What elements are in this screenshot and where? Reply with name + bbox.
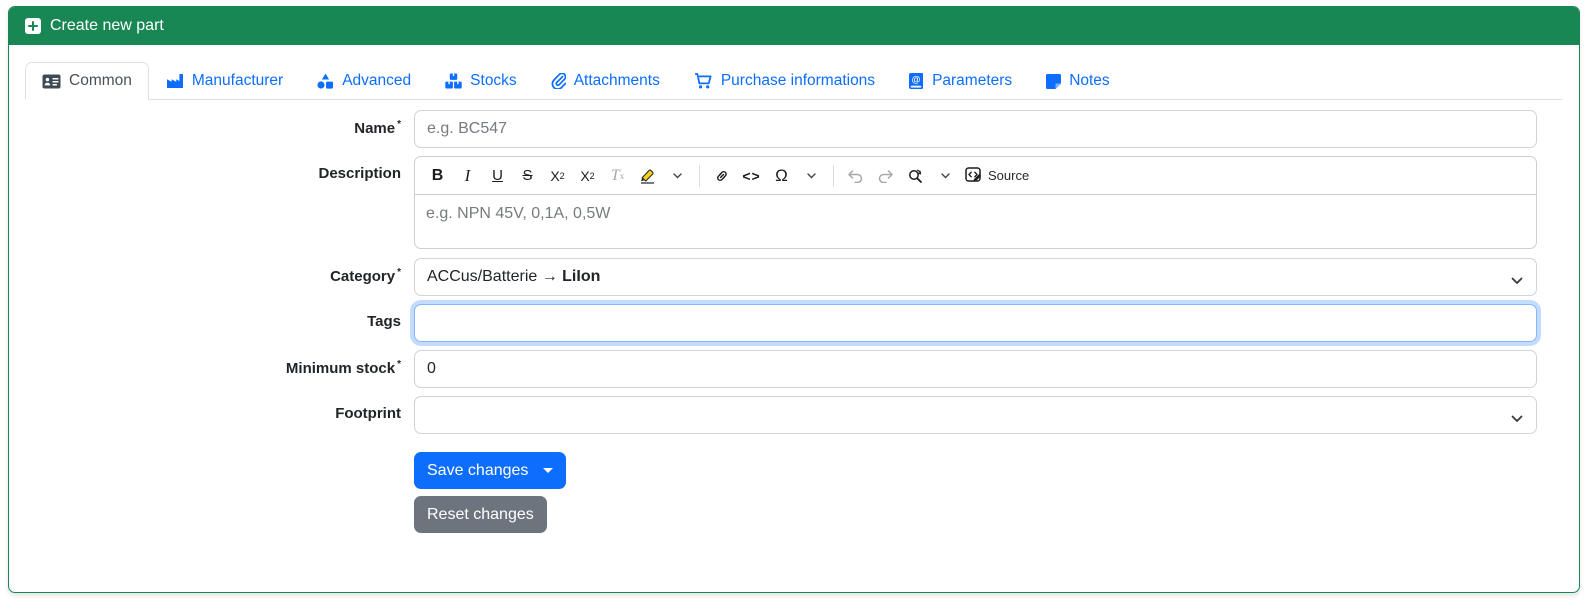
tab-manufacturer[interactable]: Manufacturer — [149, 62, 300, 100]
sticky-note-icon — [1046, 73, 1062, 89]
tab-label: Parameters — [932, 72, 1013, 89]
find-replace-icon — [909, 169, 922, 183]
name-input[interactable] — [414, 110, 1537, 148]
required-marker: * — [397, 267, 401, 278]
italic-button[interactable]: I — [453, 161, 482, 190]
chevron-down-icon — [807, 172, 816, 178]
source-code-icon — [965, 167, 982, 182]
factory-icon — [166, 74, 183, 88]
redo-button[interactable] — [871, 161, 900, 190]
bold-button[interactable]: B — [423, 161, 452, 190]
tab-label: Notes — [1069, 72, 1110, 89]
name-label: Name * — [354, 119, 401, 137]
save-changes-button[interactable]: Save changes — [414, 452, 567, 489]
tab-label: Stocks — [470, 72, 517, 89]
create-part-card: Create new part Common Manufacturer Adva… — [8, 6, 1580, 593]
svg-text:@: @ — [912, 74, 921, 84]
description-row: Description B I U S X2 X2 Tx <> Ω Source… — [25, 156, 1563, 250]
chevron-down-icon — [1511, 272, 1523, 290]
reset-changes-button[interactable]: Reset changes — [414, 496, 547, 533]
footprint-select[interactable] — [414, 396, 1537, 434]
caret-down-icon — [543, 468, 554, 473]
source-button[interactable]: Source — [961, 161, 1033, 190]
superscript-button[interactable]: X2 — [573, 161, 602, 190]
undo-icon — [848, 169, 863, 183]
tags-row: Tags — [25, 304, 1563, 342]
highlight-dropdown-toggle[interactable] — [663, 161, 692, 190]
link-button[interactable] — [707, 161, 736, 190]
category-label: Category * — [330, 267, 401, 285]
book-at-icon: @ — [909, 73, 924, 89]
tab-common[interactable]: Common — [25, 62, 149, 100]
footprint-label: Footprint — [335, 405, 401, 422]
plus-square-icon — [25, 18, 41, 34]
shapes-icon — [317, 73, 334, 89]
find-replace-button[interactable] — [901, 161, 930, 190]
tags-input[interactable] — [414, 304, 1537, 342]
tags-label: Tags — [367, 313, 401, 330]
rich-text-editor: B I U S X2 X2 Tx <> Ω Source e.g. NPN 45… — [414, 156, 1537, 249]
description-placeholder: e.g. NPN 45V, 0,1A, 0,5W — [426, 205, 611, 222]
editor-toolbar: B I U S X2 X2 Tx <> Ω Source — [415, 157, 1536, 195]
remove-format-button[interactable]: Tx — [603, 161, 632, 190]
minimum-stock-input[interactable] — [414, 350, 1537, 388]
link-icon — [716, 170, 727, 181]
special-characters-dropdown-toggle[interactable] — [797, 161, 826, 190]
tab-attachments[interactable]: Attachments — [534, 62, 677, 100]
tab-stocks[interactable]: Stocks — [428, 62, 534, 100]
shopping-cart-icon — [694, 73, 712, 89]
footprint-row: Footprint — [25, 396, 1563, 434]
tab-notes[interactable]: Notes — [1029, 62, 1127, 100]
minimum-stock-label: Minimum stock * — [285, 359, 401, 377]
actions-row: Save changes Reset changes — [25, 452, 1563, 533]
category-row: Category * ACCus/Batterie → LiIon — [25, 258, 1563, 296]
find-replace-dropdown-toggle[interactable] — [931, 161, 960, 190]
chevron-down-icon — [941, 172, 950, 178]
chevron-down-icon — [1511, 410, 1523, 428]
redo-icon — [878, 169, 893, 183]
tab-label: Common — [69, 72, 132, 89]
paperclip-icon — [551, 73, 566, 89]
underline-button[interactable]: U — [483, 161, 512, 190]
required-marker: * — [397, 119, 401, 130]
highlight-marker-icon — [641, 169, 654, 184]
toolbar-separator — [699, 164, 700, 187]
name-row: Name * — [25, 110, 1563, 148]
create-part-form: Name* Description B I U S X2 X2 Tx — [25, 110, 1563, 533]
highlight-button[interactable] — [633, 161, 662, 190]
tab-label: Attachments — [573, 72, 660, 89]
tab-parameters[interactable]: @ Parameters — [892, 62, 1029, 100]
card-header: Create new part — [9, 7, 1579, 45]
tab-purchase-informations[interactable]: Purchase informations — [677, 62, 892, 100]
category-select[interactable]: ACCus/Batterie → LiIon — [414, 258, 1537, 296]
description-editor-area[interactable]: e.g. NPN 45V, 0,1A, 0,5W — [415, 195, 1536, 248]
tab-bar: Common Manufacturer Advanced Stocks Atta… — [25, 62, 1563, 100]
source-label: Source — [988, 168, 1030, 183]
boxes-icon — [445, 73, 462, 89]
subscript-button[interactable]: X2 — [543, 161, 572, 190]
category-value: ACCus/Batterie → LiIon — [427, 268, 601, 285]
tab-label: Advanced — [342, 72, 412, 89]
required-marker: * — [397, 359, 401, 370]
description-label: Description — [318, 165, 401, 182]
toolbar-separator — [833, 164, 834, 187]
code-button[interactable]: <> — [737, 161, 766, 190]
chevron-down-icon — [673, 172, 682, 178]
page-title: Create new part — [50, 17, 164, 34]
undo-button[interactable] — [841, 161, 870, 190]
tab-label: Purchase informations — [720, 72, 876, 89]
tab-advanced[interactable]: Advanced — [300, 62, 428, 100]
strikethrough-button[interactable]: S — [513, 161, 542, 190]
id-card-icon — [42, 74, 61, 88]
special-characters-button[interactable]: Ω — [767, 161, 796, 190]
minimum-stock-row: Minimum stock * — [25, 350, 1563, 388]
tab-label: Manufacturer — [191, 72, 284, 89]
